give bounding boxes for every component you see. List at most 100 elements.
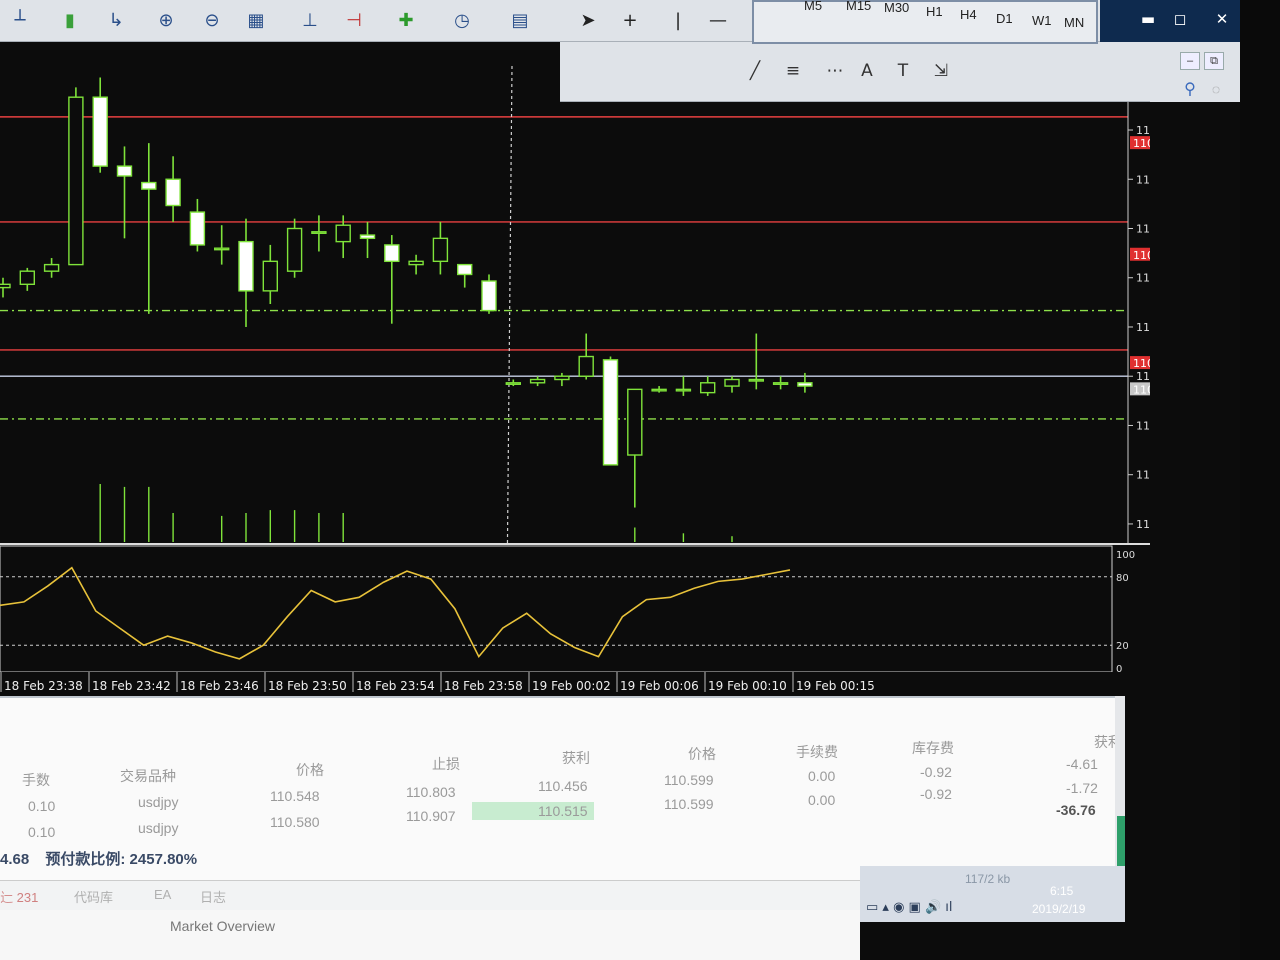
time-label-3: 18 Feb 23:50 — [268, 679, 347, 693]
row2-tp[interactable]: 110.515 — [472, 802, 594, 820]
chart-minimize-icon[interactable]: – — [1180, 52, 1200, 70]
candle-body-29 — [700, 382, 716, 394]
tf-mn[interactable]: MN — [1064, 15, 1084, 30]
minimize-icon[interactable]: ▬ — [1134, 8, 1162, 30]
candle-body-11 — [262, 260, 278, 292]
time-label-5: 18 Feb 23:58 — [444, 679, 523, 693]
tf-d1[interactable]: D1 — [996, 11, 1013, 26]
tray-icons[interactable]: ▭ ▴ ◉ ▣ 🔊 ıl — [866, 900, 953, 915]
candle-body-22 — [529, 378, 546, 384]
time-label-4: 18 Feb 23:54 — [356, 679, 435, 693]
tab-code-base[interactable]: 代码库 — [74, 887, 113, 906]
vertical-line-icon[interactable]: | — [664, 6, 692, 34]
cursor-icon[interactable]: ➤ — [574, 6, 602, 34]
price-chart[interactable]: 110.660110.645110.630110.615110.600110.5… — [0, 66, 1150, 696]
bar-chart-icon[interactable]: ┴ — [6, 6, 34, 34]
trendline-icon[interactable]: ╱ — [742, 58, 768, 84]
price-tick-label-1: 110.645 — [1136, 124, 1150, 137]
row2-sl[interactable]: 110.907 — [406, 808, 456, 824]
row2-swap: -0.92 — [920, 786, 952, 802]
tf-w1[interactable]: W1 — [1032, 13, 1052, 28]
taskbar-tray: 117/2 kb ▭ ▴ ◉ ▣ 🔊 ıl 6:15 2019/2/19 — [860, 866, 1125, 922]
price-tick-label-6: 110.570 — [1136, 370, 1150, 383]
row2-symbol: usdjpy — [138, 820, 179, 836]
col-swap[interactable]: 库存费 — [912, 738, 954, 758]
col-symbol[interactable]: 交易品种 — [120, 766, 176, 786]
col-price[interactable]: 价格 — [296, 760, 324, 780]
margin-level-label: 预付款比例: — [45, 851, 126, 868]
candle-body-20 — [481, 280, 497, 312]
time-label-1: 18 Feb 23:42 — [92, 679, 171, 693]
account-summary: 4.68 预付款比例: 2457.80% — [0, 848, 197, 869]
price-highlight-label-2: 110.574 — [1133, 357, 1150, 370]
crosshair-icon[interactable]: + — [616, 6, 644, 34]
timeframes-toolbar: M5 M15 M30 H1 H4 D1 W1 MN — [752, 0, 1098, 44]
zoom-in-icon[interactable]: ⊕ — [152, 6, 180, 34]
indicators-icon[interactable]: ✚ — [392, 6, 420, 34]
time-label-6: 19 Feb 00:02 — [532, 679, 611, 693]
candlestick-icon[interactable]: ▮ — [56, 6, 84, 34]
scrollbar-thumb[interactable] — [1117, 816, 1125, 871]
candle-body-6 — [141, 181, 157, 190]
tab-journal[interactable]: 日志 — [200, 887, 226, 906]
tf-h1[interactable]: H1 — [926, 4, 943, 19]
text-label-icon[interactable]: T — [890, 58, 916, 84]
col-commission[interactable]: 手续费 — [796, 742, 838, 762]
row1-sl[interactable]: 110.803 — [406, 784, 456, 800]
terminal-tabs: 辷 231 代码库 EA 日志 — [0, 880, 860, 910]
market-overview-label[interactable]: Market Overview — [170, 918, 275, 934]
periods-icon[interactable]: ◷ — [448, 6, 476, 34]
candle-body-2 — [43, 263, 60, 272]
time-label-8: 19 Feb 00:10 — [708, 679, 787, 693]
tf-m15[interactable]: M15 — [846, 0, 871, 13]
autoscroll-icon[interactable]: ⊥ — [296, 6, 324, 34]
candle-body-16 — [384, 244, 400, 263]
window-controls: ▬ ◻ ✕ — [1100, 0, 1250, 42]
col-lots[interactable]: 手数 — [22, 770, 50, 790]
candle-body-17 — [408, 260, 424, 266]
horizontal-line-icon[interactable]: — — [704, 6, 732, 34]
row2-price: 110.580 — [270, 814, 320, 830]
oscillator-tick-1: 80 — [1116, 573, 1129, 584]
tf-m5[interactable]: M5 — [804, 0, 822, 13]
summary-prefix: 4.68 — [0, 851, 30, 868]
candle-body-3 — [68, 96, 84, 266]
monitor-bezel — [1240, 0, 1280, 960]
candle-body-18 — [432, 237, 449, 263]
row1-tp[interactable]: 110.456 — [538, 778, 588, 794]
candle-body-31 — [748, 378, 764, 382]
time-label-0: 18 Feb 23:38 — [4, 679, 83, 693]
tile-windows-icon[interactable]: ▦ — [242, 6, 270, 34]
maximize-icon[interactable]: ◻ — [1166, 8, 1194, 30]
fibo-fan-icon[interactable]: ⋯ — [822, 58, 848, 84]
tf-h4[interactable]: H4 — [960, 7, 977, 22]
col-tp[interactable]: 获利 — [562, 748, 590, 768]
col-sl[interactable]: 止损 — [432, 754, 460, 774]
candle-body-0 — [0, 283, 11, 289]
tab-experts[interactable]: EA — [154, 887, 171, 902]
chart-restore-icon[interactable]: ⧉ — [1204, 52, 1224, 70]
time-label-9: 19 Feb 00:15 — [796, 679, 875, 693]
search-icon[interactable]: ⚲ — [1180, 80, 1200, 98]
row2-commission: 0.00 — [808, 792, 836, 808]
chart-shift-icon[interactable]: ⊣ — [340, 6, 368, 34]
chart-area[interactable]: 110.660110.645110.630110.615110.600110.5… — [0, 66, 1150, 696]
tab-alerts[interactable]: 辷 231 — [0, 887, 38, 906]
text-icon[interactable]: A — [854, 58, 880, 84]
candle-body-9 — [213, 247, 230, 251]
tf-m30[interactable]: M30 — [884, 0, 909, 15]
price-tick-label-7: 110.555 — [1136, 419, 1150, 432]
oscillator-tick-2: 20 — [1116, 641, 1129, 652]
arrows-icon[interactable]: ⇲ — [928, 58, 954, 84]
candle-body-23 — [554, 375, 570, 381]
fibonacci-icon[interactable]: ≡ — [780, 58, 806, 84]
candle-body-30 — [724, 378, 740, 387]
chat-icon[interactable]: ◌ — [1206, 80, 1226, 98]
time-label-2: 18 Feb 23:46 — [180, 679, 259, 693]
zoom-out-icon[interactable]: ⊖ — [198, 6, 226, 34]
line-chart-icon[interactable]: ↳ — [102, 6, 130, 34]
col-cur-price[interactable]: 价格 — [688, 744, 716, 764]
close-icon[interactable]: ✕ — [1208, 8, 1236, 30]
templates-icon[interactable]: ▤ — [506, 6, 534, 34]
price-tick-label-4: 110.600 — [1136, 272, 1150, 285]
